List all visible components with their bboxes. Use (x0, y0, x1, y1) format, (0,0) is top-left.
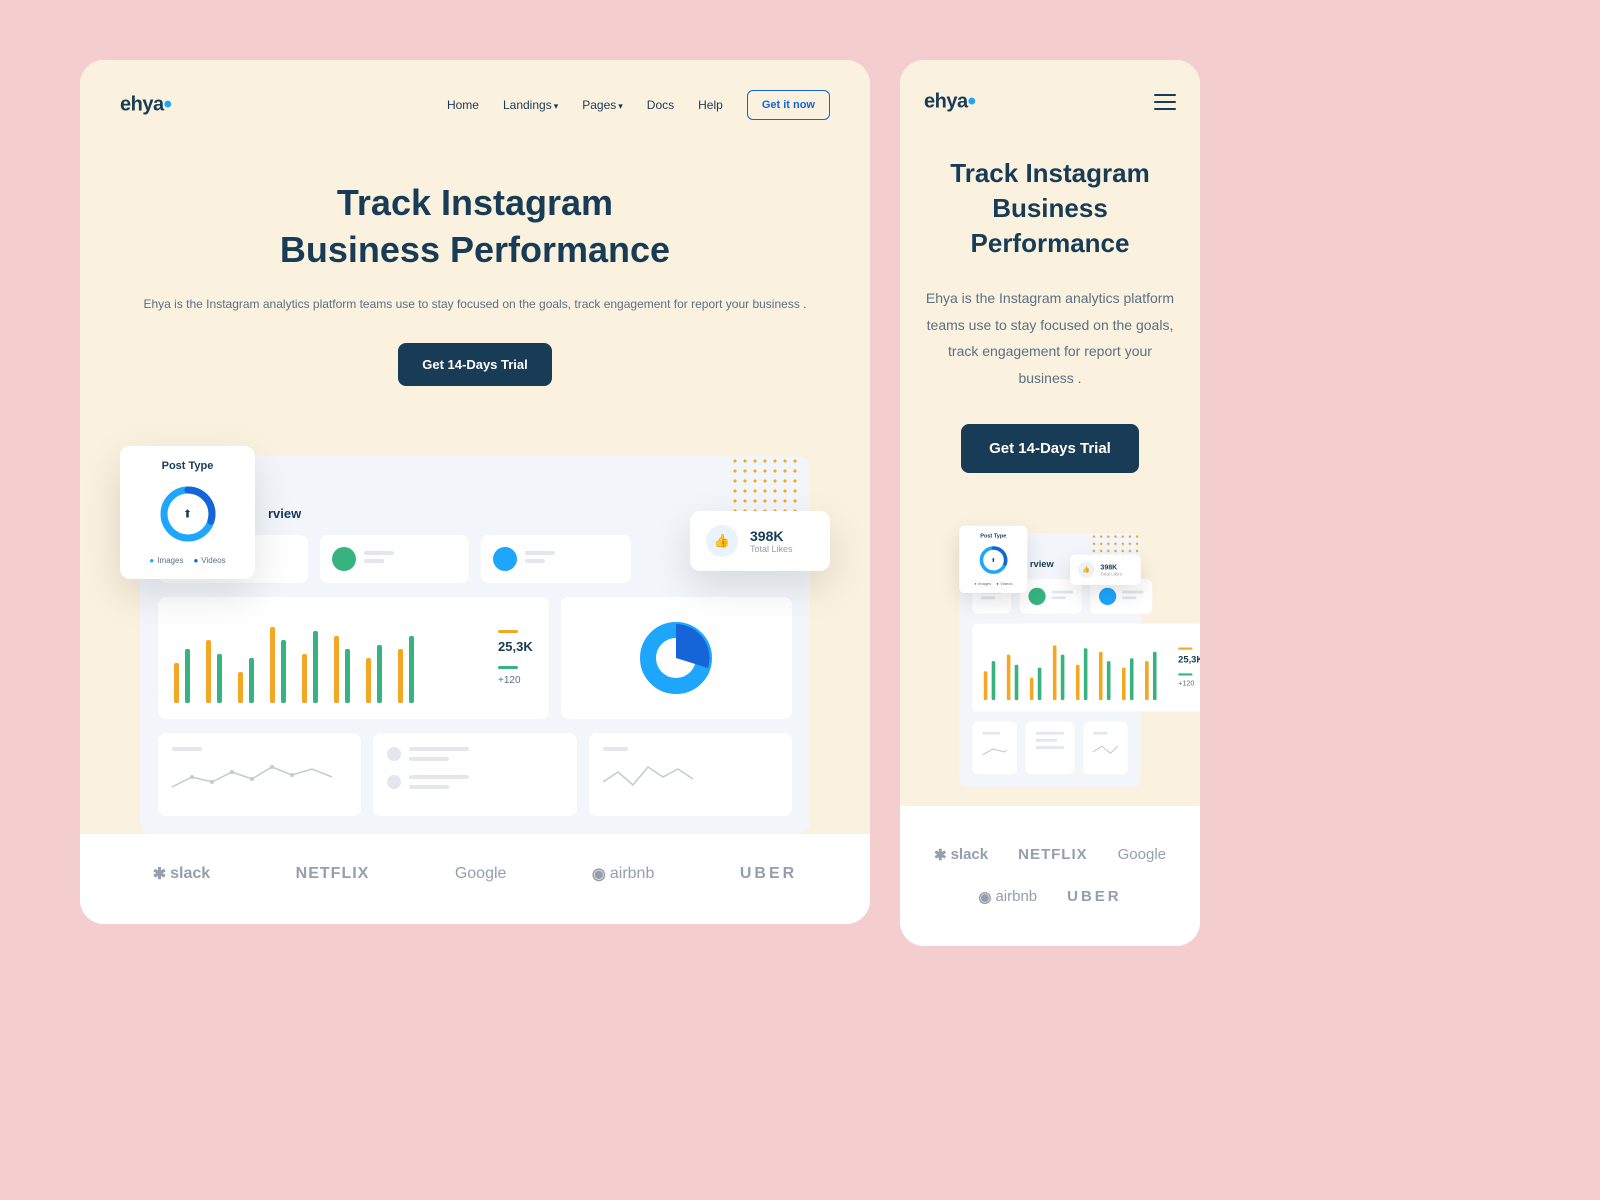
bar-chart-card: 25,3K+120 (972, 623, 1200, 711)
hash-icon: ✱ (934, 846, 947, 864)
thumbs-up-icon: 👍 (706, 525, 738, 557)
nav-docs[interactable]: Docs (647, 98, 674, 112)
brand-netflix: NETFLIX (296, 865, 370, 883)
post-type-title: Post Type (140, 460, 235, 472)
likes-card: 👍 398KTotal Likes (1070, 554, 1141, 584)
hero-title: Track InstagramBusiness Performance (120, 180, 830, 274)
likes-value: 398K (750, 528, 793, 544)
sparkline-card (1083, 721, 1128, 774)
line-chart-card (158, 733, 361, 816)
nav-pages[interactable]: Pages▾ (582, 98, 623, 112)
legend-videos: Videos (193, 556, 225, 565)
chevron-down-icon: ▾ (554, 101, 559, 111)
hero-subtitle: Ehya is the Instagram analytics platform… (120, 294, 830, 316)
chevron-down-icon: ▾ (618, 101, 623, 111)
brand-logos: ✱slack NETFLIX Google ◉airbnb UBER (924, 846, 1176, 906)
desktop-frame: ehya• Home Landings▾ Pages▾ Docs Help Ge… (80, 60, 870, 924)
stat-card (481, 535, 631, 583)
airbnb-icon: ◉ (978, 888, 991, 906)
logo[interactable]: ehya• (924, 88, 976, 116)
airbnb-icon: ◉ (592, 864, 606, 884)
nav-home[interactable]: Home (447, 98, 479, 112)
hero-subtitle: Ehya is the Instagram analytics platform… (924, 285, 1176, 391)
post-type-card: Post Type ⬆ ImagesVideos (959, 525, 1027, 592)
logo[interactable]: ehya• (120, 91, 172, 119)
pie-chart-card (561, 597, 792, 719)
trial-button[interactable]: Get 14-Days Trial (398, 343, 552, 386)
brand-airbnb: ◉airbnb (592, 864, 654, 884)
list-card (1026, 721, 1075, 774)
sparkline-card (589, 733, 792, 816)
post-type-card: Post Type ⬆ Images Videos (120, 446, 255, 579)
thumbs-up-icon: 👍 (1078, 561, 1094, 577)
likes-label: Total Likes (750, 544, 793, 554)
menu-icon[interactable] (1154, 89, 1176, 115)
donut-chart: ⬆ (158, 484, 218, 544)
hero-title: Track InstagramBusinessPerformance (924, 156, 1176, 261)
brand-netflix: NETFLIX (1018, 846, 1088, 863)
brand-slack: ✱slack (934, 846, 988, 864)
nav-landings[interactable]: Landings▾ (503, 98, 558, 112)
list-card (373, 733, 576, 816)
bar-chart-card: 25,3K +120 (158, 597, 549, 719)
nav-bar: ehya• Home Landings▾ Pages▾ Docs Help Ge… (120, 90, 830, 120)
dashboard-preview: Post Type ⬆ ImagesVideos 👍 398KTotal Lik… (959, 533, 1140, 787)
trial-button[interactable]: Get 14-Days Trial (961, 424, 1139, 473)
nav-help[interactable]: Help (698, 98, 723, 112)
nav-bar: ehya• (924, 88, 1176, 116)
brand-google: Google (1118, 846, 1166, 863)
brand-google: Google (455, 865, 507, 883)
brand-uber: UBER (1067, 888, 1122, 905)
line-chart-card (972, 721, 1017, 774)
upload-icon: ⬆ (183, 508, 192, 521)
brand-airbnb: ◉airbnb (978, 888, 1037, 906)
dashboard-preview: Post Type ⬆ Images Videos 👍 398K Total L… (120, 456, 830, 834)
upload-icon: ⬆ (991, 556, 996, 563)
stat-card (320, 535, 470, 583)
brand-uber: UBER (740, 865, 797, 883)
legend-images: Images (149, 556, 183, 565)
mobile-frame: ehya• Track InstagramBusinessPerformance… (900, 60, 1200, 946)
hash-icon: ✱ (153, 864, 166, 884)
brand-slack: ✱slack (153, 864, 210, 884)
likes-card: 👍 398K Total Likes (690, 511, 830, 571)
get-it-now-button[interactable]: Get it now (747, 90, 830, 120)
brand-logos: ✱slack NETFLIX Google ◉airbnb UBER (120, 864, 830, 884)
